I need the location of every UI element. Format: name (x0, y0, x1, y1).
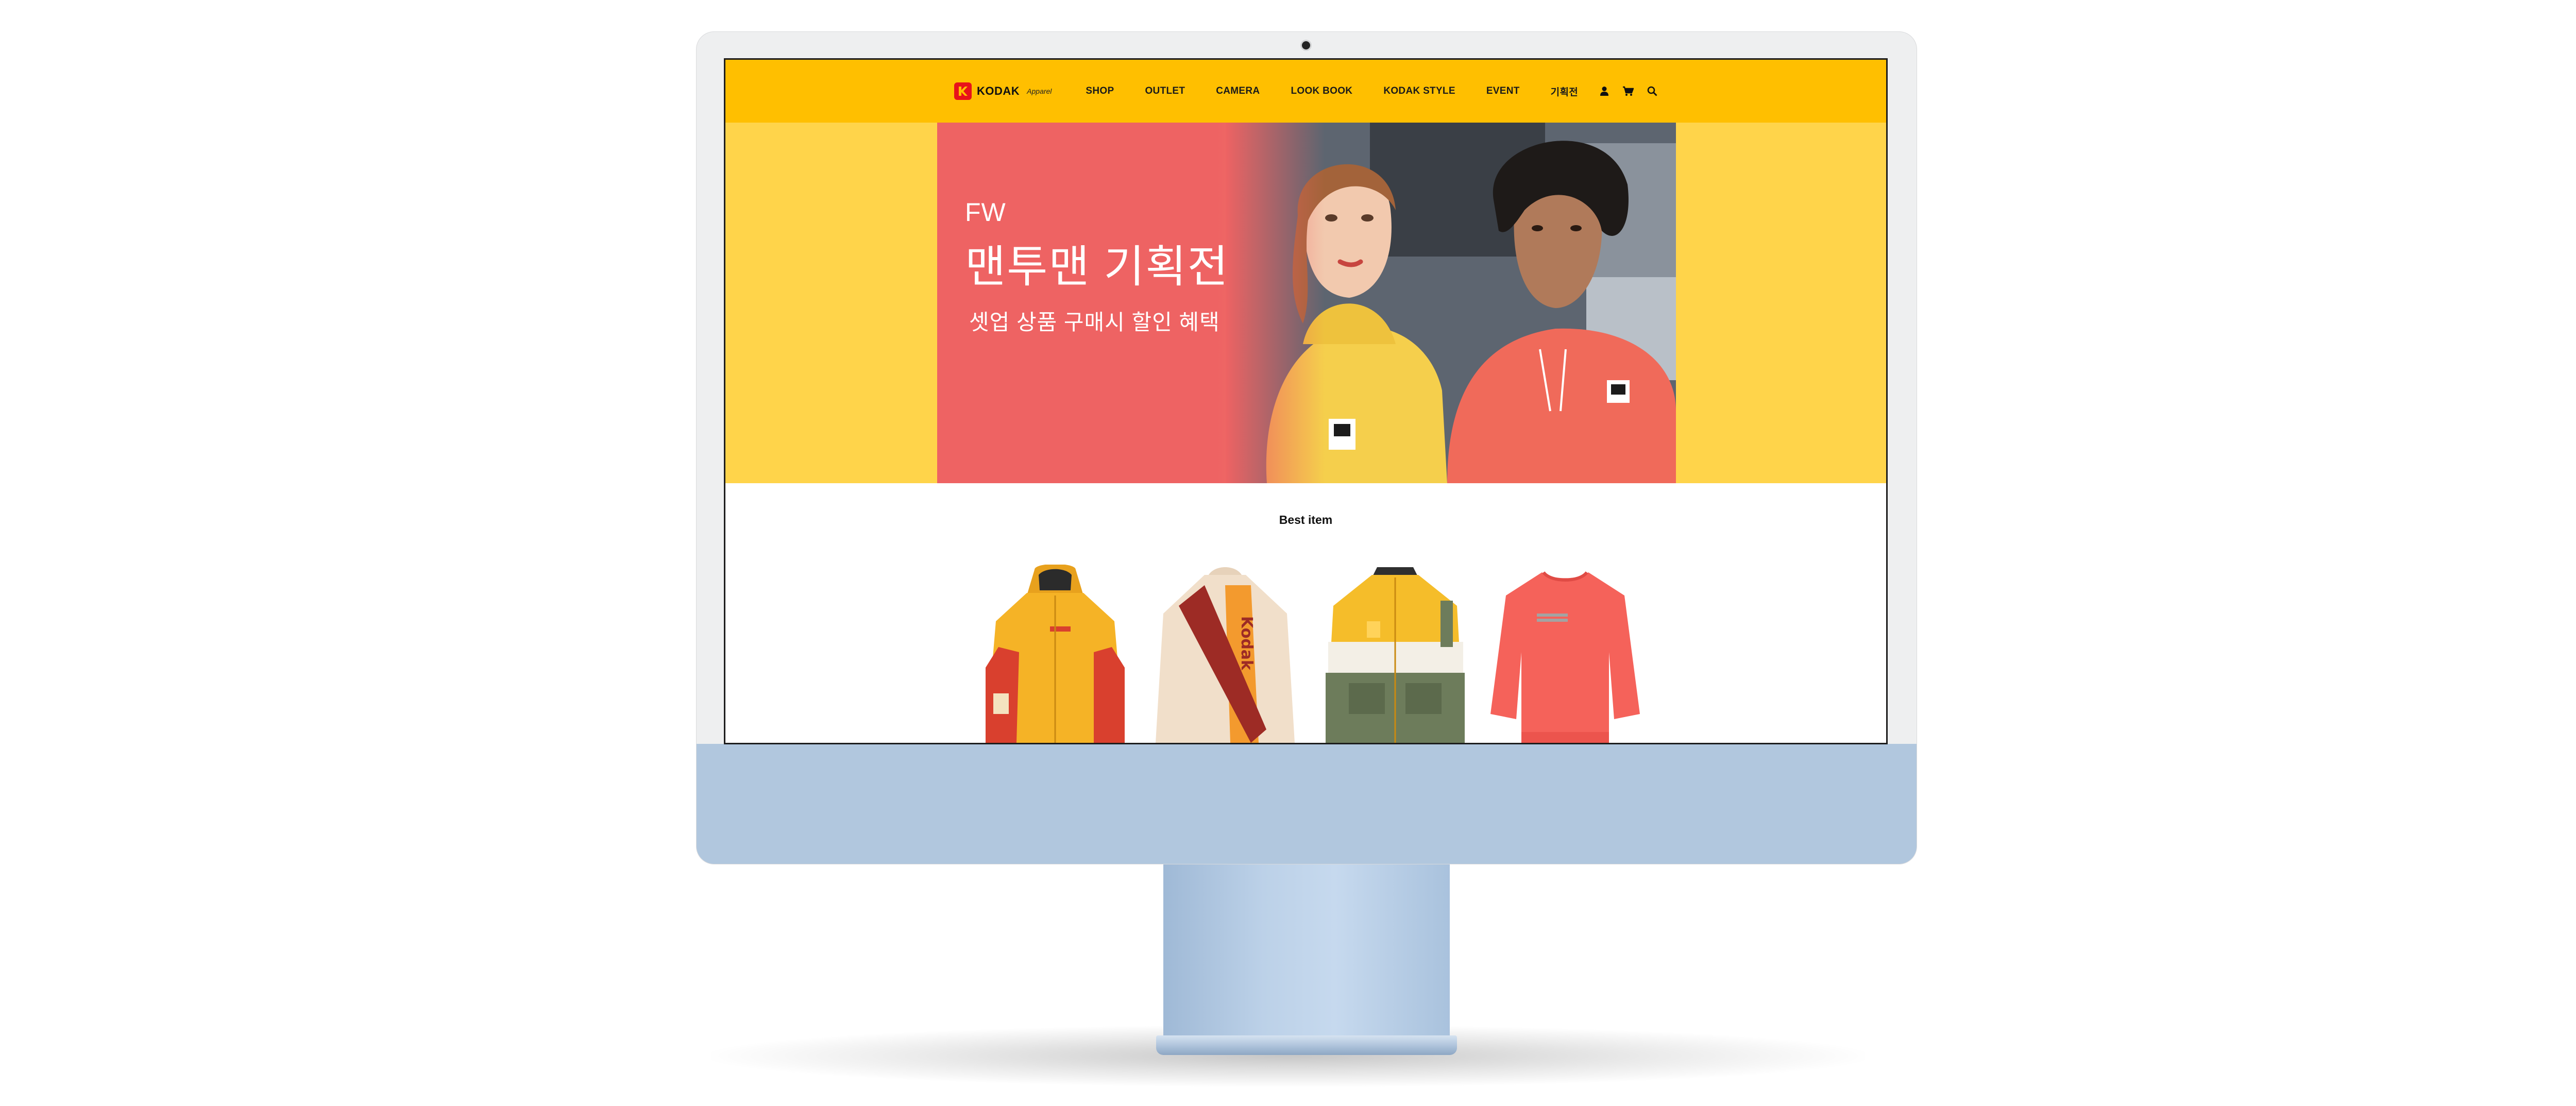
search-icon[interactable] (1647, 86, 1657, 96)
hero-models-photo (1226, 123, 1676, 483)
brand-subtitle: Apparel (1027, 87, 1052, 95)
webcam (1302, 41, 1310, 49)
product-card-cream-fleece-jacket[interactable]: Kodak (1148, 565, 1302, 743)
product-card-coral-sweatshirt[interactable] (1488, 565, 1642, 743)
nav-outlet[interactable]: OUTLET (1145, 86, 1185, 97)
hero-eyebrow: FW (965, 198, 1006, 227)
imac-monitor: KODAK Apparel SHOP OUTLET CAMERA LOOK BO… (697, 32, 1917, 864)
kodak-k-icon (954, 82, 972, 100)
monitor-stand-base (1156, 1035, 1457, 1055)
user-icon[interactable] (1600, 86, 1609, 96)
nav-look-book[interactable]: LOOK BOOK (1291, 86, 1352, 97)
nav-exhibition[interactable]: 기획전 (1551, 84, 1578, 98)
product-card-yellow-khaki-jacket[interactable] (1318, 565, 1472, 743)
cart-icon[interactable] (1622, 86, 1634, 96)
monitor-chin (697, 744, 1917, 864)
brand-logo[interactable]: KODAK Apparel (954, 82, 1052, 100)
product-card-yellow-red-parka[interactable] (978, 565, 1132, 743)
product-image: Kodak (1156, 567, 1295, 743)
brand-name: KODAK (976, 84, 1020, 97)
best-item-heading: Best item (1279, 513, 1333, 526)
hero-title: 맨투맨 기획전 (965, 242, 1229, 292)
product-image (986, 565, 1125, 743)
nav-camera[interactable]: CAMERA (1216, 86, 1260, 97)
website-screen: KODAK Apparel SHOP OUTLET CAMERA LOOK BO… (725, 60, 1886, 743)
best-item-list: Kodak (978, 565, 1648, 743)
hero-section: FW 맨투맨 기획전 셋업 상품 구매시 할인 혜택 (725, 123, 1886, 483)
product-image (1490, 571, 1640, 743)
nav-event[interactable]: EVENT (1486, 86, 1520, 97)
nav-icon-group (1600, 86, 1657, 96)
hero-subtitle: 셋업 상품 구매시 할인 혜택 (969, 310, 1220, 334)
product-image (1326, 567, 1465, 743)
hero-text-block: FW 맨투맨 기획전 셋업 상품 구매시 할인 혜택 (965, 197, 1229, 336)
nav-kodak-style[interactable]: KODAK STYLE (1383, 86, 1455, 97)
monitor-stand-neck (1163, 860, 1450, 1038)
top-navigation-bar: KODAK Apparel SHOP OUTLET CAMERA LOOK BO… (725, 60, 1886, 123)
nav-shop[interactable]: SHOP (1086, 86, 1114, 97)
product-print-text: Kodak (1238, 616, 1256, 671)
hero-banner[interactable]: FW 맨투맨 기획전 셋업 상품 구매시 할인 혜택 (937, 123, 1676, 483)
